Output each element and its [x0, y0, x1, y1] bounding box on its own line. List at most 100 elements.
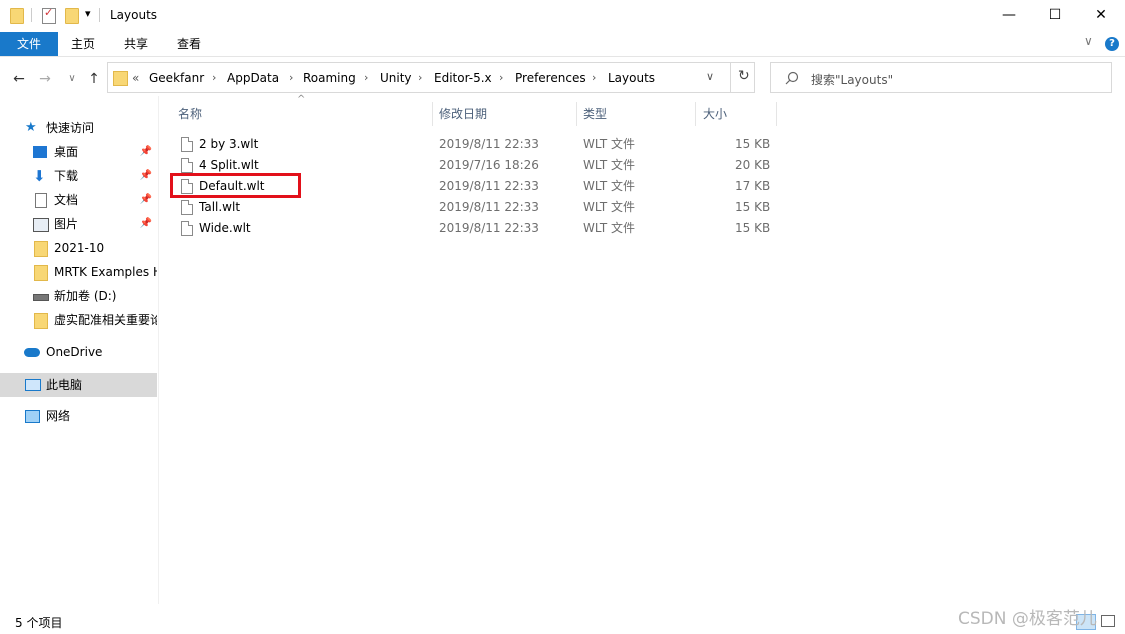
file-icon — [181, 158, 193, 173]
tab-file[interactable]: 文件 — [0, 32, 58, 56]
file-row[interactable]: Tall.wlt 2019/8/11 22:33 WLT 文件 15 KB — [168, 197, 780, 218]
file-modified: 2019/8/11 22:33 — [439, 137, 539, 151]
sidebar-item-desktop[interactable]: 桌面 📌 — [0, 141, 157, 163]
sidebar-item-papers-folder[interactable]: 虚实配准相关重要论 — [0, 309, 157, 331]
file-name[interactable]: Tall.wlt — [199, 197, 240, 218]
tab-home[interactable]: 主页 — [62, 32, 104, 56]
picture-icon — [33, 218, 49, 232]
sidebar-item-label: 图片 — [54, 217, 79, 231]
sidebar-item-label: MRTK Examples H — [54, 265, 157, 279]
breadcrumb-editor[interactable]: Editor-5.x — [434, 71, 492, 85]
sidebar-item-network[interactable]: 网络 — [0, 405, 157, 427]
file-row[interactable]: Wide.wlt 2019/8/11 22:33 WLT 文件 15 KB — [168, 218, 780, 239]
pane-divider — [158, 96, 159, 604]
breadcrumb-unity[interactable]: Unity — [380, 71, 412, 85]
breadcrumb-separator[interactable]: › — [592, 71, 596, 84]
sidebar-item-pictures[interactable]: 图片 📌 — [0, 213, 157, 235]
breadcrumb-separator[interactable]: › — [212, 71, 216, 84]
folder-icon — [10, 8, 24, 24]
sidebar-item-quick-access[interactable]: ★ 快速访问 — [0, 117, 157, 139]
title-divider — [99, 8, 100, 22]
search-input[interactable]: 搜索"Layouts" — [770, 62, 1112, 93]
column-divider[interactable] — [695, 102, 696, 126]
sidebar-item-documents[interactable]: 文档 📌 — [0, 189, 157, 211]
watermark: CSDN @极客范儿 — [958, 609, 1097, 629]
highlight-annotation-box — [170, 173, 301, 198]
sidebar-item-onedrive[interactable]: OneDrive — [0, 341, 157, 363]
breadcrumb-separator[interactable]: › — [289, 71, 293, 84]
folder-icon — [113, 71, 128, 86]
sidebar-item-label: 2021-10 — [54, 241, 105, 255]
breadcrumb-overflow[interactable]: « — [132, 71, 139, 85]
folder-icon — [34, 241, 48, 257]
refresh-icon: ↻ — [738, 68, 750, 84]
maximize-button[interactable]: ☐ — [1032, 0, 1078, 32]
breadcrumb-geekfanr[interactable]: Geekfanr — [149, 71, 204, 85]
file-name[interactable]: 2 by 3.wlt — [199, 134, 258, 155]
pin-icon[interactable]: 📌 — [140, 213, 152, 235]
properties-icon[interactable] — [42, 6, 56, 24]
folder-icon — [34, 265, 48, 281]
minimize-button[interactable]: — — [986, 0, 1032, 32]
drive-icon — [33, 294, 49, 301]
refresh-button[interactable]: ↻ — [730, 62, 756, 93]
column-header-size[interactable]: 大小 — [703, 100, 727, 128]
breadcrumb-appdata[interactable]: AppData — [227, 71, 279, 85]
file-size: 15 KB — [735, 137, 771, 151]
tab-share[interactable]: 共享 — [115, 32, 157, 56]
sort-ascending-icon: ^ — [297, 94, 306, 105]
file-modified: 2019/8/11 22:33 — [439, 221, 539, 235]
cloud-icon — [24, 348, 40, 357]
column-header-type[interactable]: 类型 — [583, 100, 607, 128]
help-icon[interactable]: ? — [1105, 37, 1119, 51]
sidebar-item-label: 下载 — [54, 169, 79, 183]
sidebar-item-mrtk-examples[interactable]: MRTK Examples H — [0, 261, 157, 283]
breadcrumb-roaming[interactable]: Roaming — [303, 71, 356, 85]
breadcrumb-separator[interactable]: › — [418, 71, 422, 84]
file-size: 15 KB — [735, 221, 771, 235]
sidebar-item-label: 此电脑 — [46, 378, 83, 392]
forward-button[interactable]: → — [36, 70, 54, 88]
back-button[interactable]: ← — [10, 70, 28, 88]
pin-icon[interactable]: 📌 — [140, 141, 152, 163]
breadcrumb-separator[interactable]: › — [499, 71, 503, 84]
breadcrumb-layouts[interactable]: Layouts — [608, 71, 655, 85]
breadcrumb-separator[interactable]: › — [364, 71, 368, 84]
address-bar[interactable]: « Geekfanr › AppData › Roaming › Unity ›… — [107, 62, 755, 93]
tab-view[interactable]: 查看 — [168, 32, 210, 56]
file-name[interactable]: Wide.wlt — [199, 218, 251, 239]
column-divider[interactable] — [776, 102, 777, 126]
sidebar-item-label: 新加卷 (D:) — [54, 289, 117, 303]
file-type: WLT 文件 — [583, 179, 636, 193]
file-type: WLT 文件 — [583, 137, 636, 151]
file-modified: 2019/7/16 18:26 — [439, 158, 539, 172]
expand-ribbon-icon[interactable]: ∨ — [1084, 34, 1093, 48]
sidebar-item-drive-d[interactable]: 新加卷 (D:) — [0, 285, 157, 307]
sidebar-item-2021-10[interactable]: 2021-10 — [0, 237, 157, 259]
column-header-name[interactable]: 名称 — [178, 100, 202, 128]
column-divider[interactable] — [432, 102, 433, 126]
sidebar-item-label: OneDrive — [46, 345, 103, 359]
column-header-modified[interactable]: 修改日期 — [439, 100, 487, 128]
breadcrumb-preferences[interactable]: Preferences — [515, 71, 586, 85]
pin-icon[interactable]: 📌 — [140, 189, 152, 211]
close-button[interactable]: ✕ — [1078, 0, 1124, 32]
sidebar-item-label: 桌面 — [54, 145, 79, 159]
up-button[interactable]: ↑ — [85, 70, 103, 88]
pin-icon[interactable]: 📌 — [140, 165, 152, 187]
file-row[interactable]: 2 by 3.wlt 2019/8/11 22:33 WLT 文件 15 KB — [168, 134, 780, 155]
toolbar-divider — [31, 8, 32, 22]
sidebar-item-this-pc[interactable]: 此电脑 — [0, 373, 157, 397]
sidebar-item-label: 虚实配准相关重要论 — [54, 313, 157, 327]
address-dropdown-icon[interactable]: ∨ — [706, 70, 714, 83]
file-size: 17 KB — [735, 179, 771, 193]
star-icon: ★ — [25, 120, 37, 135]
new-folder-icon[interactable] — [65, 8, 79, 24]
item-count: 5 个项目 — [15, 616, 63, 630]
large-icons-view-icon[interactable] — [1101, 615, 1115, 627]
sidebar-item-downloads[interactable]: ⬇ 下载 📌 — [0, 165, 157, 187]
column-divider[interactable] — [576, 102, 577, 126]
customize-toolbar-dropdown[interactable]: ▾ — [85, 7, 91, 20]
file-icon — [181, 221, 193, 236]
recent-locations-button[interactable]: ∨ — [63, 70, 81, 88]
